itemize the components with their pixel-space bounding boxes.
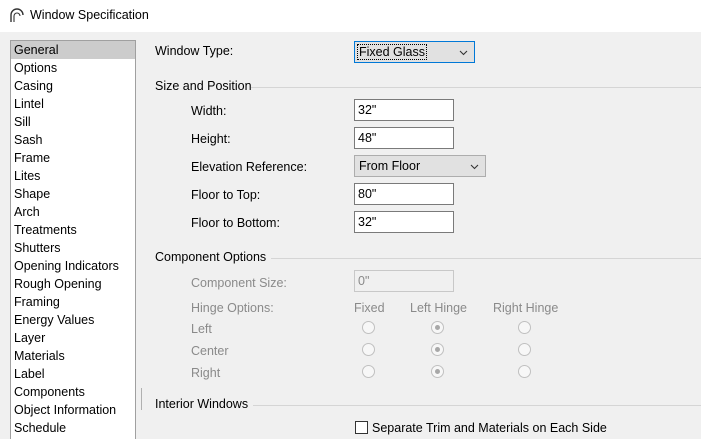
sidebar-item-schedule[interactable]: Schedule [11,419,135,437]
separate-trim-checkbox[interactable] [355,421,368,434]
center-left-hinge-radio[interactable] [431,343,444,356]
height-label: Height: [191,132,231,146]
arch-window-icon [10,8,24,22]
sidebar-item-opening-indicators[interactable]: Opening Indicators [11,257,135,275]
title-bar: Window Specification [0,0,701,32]
left-left-hinge-radio[interactable] [431,321,444,334]
floor-to-top-input[interactable]: 80" [354,183,454,205]
window-title: Window Specification [30,8,149,22]
section-divider [271,258,701,259]
sidebar-item-casing[interactable]: Casing [11,77,135,95]
right-left-hinge-radio[interactable] [431,365,444,378]
sidebar-item-lites[interactable]: Lites [11,167,135,185]
section-divider [251,87,701,88]
left-fixed-radio[interactable] [362,321,375,334]
right-right-hinge-radio[interactable] [518,365,531,378]
hinge-column-fixed: Fixed [354,301,385,315]
width-label: Width: [191,104,227,118]
sidebar-item-rough-opening[interactable]: Rough Opening [11,275,135,293]
chevron-down-icon [459,50,468,56]
component-size-input[interactable]: 0" [354,270,454,292]
sidebar-item-lintel[interactable]: Lintel [11,95,135,113]
section-divider [253,405,701,406]
floor-to-bottom-input[interactable]: 32" [354,211,454,233]
hinge-column-left-hinge: Left Hinge [410,301,467,315]
elevation-reference-select[interactable]: From Floor [354,155,486,177]
hinge-row-center-label: Center [191,344,229,358]
height-input[interactable]: 48" [354,127,454,149]
separate-trim-label[interactable]: Separate Trim and Materials on Each Side [372,421,607,435]
left-right-hinge-radio[interactable] [518,321,531,334]
sidebar-item-components[interactable]: Components [11,383,135,401]
hinge-row-right-label: Right [191,366,221,380]
sidebar-item-object-information[interactable]: Object Information [11,401,135,419]
window-type-value: Fixed Glass [357,44,427,60]
sidebar-item-sash[interactable]: Sash [11,131,135,149]
hinge-row-left-label: Left [191,322,212,336]
sidebar-item-label[interactable]: Label [11,365,135,383]
size-position-heading: Size and Position [155,79,252,93]
panel-splitter[interactable] [141,388,142,410]
sidebar-item-shape[interactable]: Shape [11,185,135,203]
sidebar-item-shutters[interactable]: Shutters [11,239,135,257]
component-options-heading: Component Options [155,250,267,264]
sidebar-item-energy-values[interactable]: Energy Values [11,311,135,329]
sidebar-item-options[interactable]: Options [11,59,135,77]
chevron-down-icon [470,164,479,170]
component-size-label: Component Size: [191,276,287,290]
sidebar-item-frame[interactable]: Frame [11,149,135,167]
window-type-select[interactable]: Fixed Glass [354,41,475,63]
center-right-hinge-radio[interactable] [518,343,531,356]
center-fixed-radio[interactable] [362,343,375,356]
sidebar-item-sill[interactable]: Sill [11,113,135,131]
sidebar-item-framing[interactable]: Framing [11,293,135,311]
sidebar-item-arch[interactable]: Arch [11,203,135,221]
width-input[interactable]: 32" [354,99,454,121]
elevation-reference-label: Elevation Reference: [191,160,308,174]
interior-windows-heading: Interior Windows [155,397,249,411]
floor-to-top-label: Floor to Top: [191,188,261,202]
elevation-reference-value: From Floor [359,159,421,173]
floor-to-bottom-label: Floor to Bottom: [191,216,280,230]
right-fixed-radio[interactable] [362,365,375,378]
hinge-options-label: Hinge Options: [191,301,274,315]
sidebar-item-treatments[interactable]: Treatments [11,221,135,239]
sidebar-item-materials[interactable]: Materials [11,347,135,365]
hinge-column-right-hinge: Right Hinge [493,301,559,315]
sidebar-item-layer[interactable]: Layer [11,329,135,347]
sidebar-item-general[interactable]: General [11,41,135,59]
window-type-label: Window Type: [155,44,234,58]
category-list[interactable]: General Options Casing Lintel Sill Sash … [10,40,136,439]
